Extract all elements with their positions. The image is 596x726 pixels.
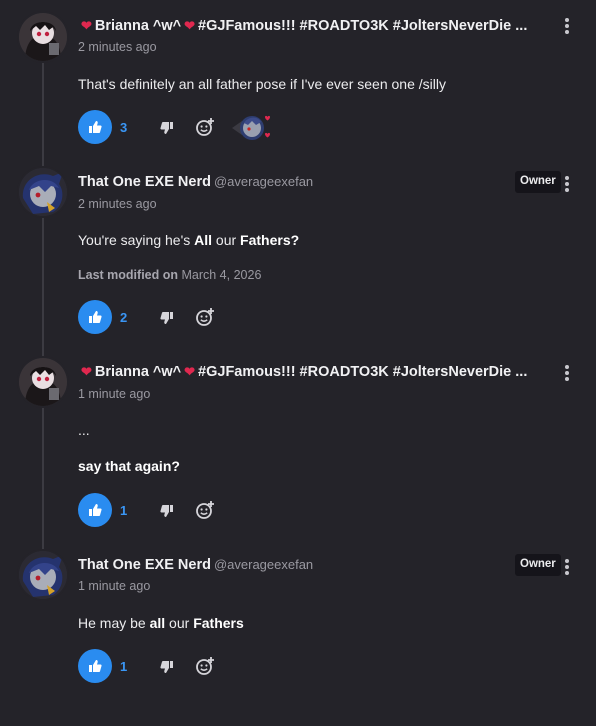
author-name[interactable]: That One EXE Nerd bbox=[78, 174, 211, 190]
like-count: 2 bbox=[120, 310, 128, 325]
avatar[interactable] bbox=[19, 551, 67, 599]
dislike-button[interactable] bbox=[158, 119, 176, 137]
thumbs-up-icon bbox=[89, 311, 102, 323]
like-count: 1 bbox=[120, 503, 128, 518]
comment-body-line: say that again? bbox=[78, 458, 180, 474]
author-name[interactable]: Brianna ^w^ bbox=[95, 18, 181, 34]
thumbs-up-icon bbox=[89, 660, 102, 672]
thread-line bbox=[42, 62, 44, 552]
author-name[interactable]: Brianna ^w^ bbox=[95, 364, 181, 380]
add-reaction-button[interactable] bbox=[195, 500, 215, 520]
more-options-icon[interactable] bbox=[561, 16, 573, 36]
dislike-button[interactable] bbox=[158, 658, 176, 676]
author-line: ❤ Brianna ^w^ ❤ #GJFamous!!! #ROADTO3K #Jol… bbox=[78, 364, 527, 380]
reaction-sticker[interactable] bbox=[232, 113, 278, 143]
dislike-button[interactable] bbox=[158, 502, 176, 520]
owner-badge: Owner bbox=[515, 554, 561, 576]
like-button[interactable] bbox=[78, 493, 112, 527]
comment-body: He may be all our Fathers bbox=[78, 615, 244, 631]
comment-body: That's definitely an all father pose if … bbox=[78, 76, 446, 92]
add-reaction-button[interactable] bbox=[195, 117, 215, 137]
heart-icon: ❤ bbox=[81, 364, 92, 379]
add-reaction-icon bbox=[196, 657, 214, 675]
comment-body: You're saying he's All our Fathers? bbox=[78, 232, 300, 248]
timestamp: 2 minutes ago bbox=[78, 197, 157, 211]
timestamp: 2 minutes ago bbox=[78, 40, 157, 54]
author-line: ❤ Brianna ^w^ ❤ #GJFamous!!! #ROADTO3K #Jol… bbox=[78, 18, 527, 34]
author-tags: #GJFamous!!! #ROADTO3K #JoltersNeverDie … bbox=[198, 18, 528, 34]
like-button[interactable] bbox=[78, 649, 112, 683]
avatar[interactable] bbox=[19, 13, 67, 61]
owner-badge: Owner bbox=[515, 171, 561, 193]
like-button[interactable] bbox=[78, 110, 112, 144]
dislike-button[interactable] bbox=[158, 309, 176, 327]
add-reaction-icon bbox=[196, 308, 214, 326]
heart-icon: ❤ bbox=[184, 364, 196, 379]
avatar[interactable] bbox=[19, 358, 67, 406]
add-reaction-button[interactable] bbox=[195, 307, 215, 327]
like-count: 1 bbox=[120, 659, 128, 674]
last-modified: Last modified on March 4, 2026 bbox=[78, 268, 262, 282]
avatar[interactable] bbox=[19, 168, 67, 216]
like-count: 3 bbox=[120, 120, 128, 135]
more-options-icon[interactable] bbox=[561, 174, 573, 194]
heart-icon: ❤ bbox=[81, 18, 92, 33]
comment-body-line: ... bbox=[78, 422, 90, 438]
thumbs-up-icon bbox=[89, 121, 102, 133]
author-name[interactable]: That One EXE Nerd bbox=[78, 557, 211, 573]
timestamp: 1 minute ago bbox=[78, 387, 151, 401]
heart-icon: ❤ bbox=[184, 18, 196, 33]
author-handle[interactable]: @averageexefan bbox=[214, 174, 313, 189]
more-options-icon[interactable] bbox=[561, 557, 573, 577]
author-line: That One EXE Nerd @averageexefan bbox=[78, 557, 313, 573]
thumbs-down-icon bbox=[160, 505, 173, 517]
thumbs-up-icon bbox=[89, 504, 102, 516]
like-button[interactable] bbox=[78, 300, 112, 334]
add-reaction-icon bbox=[196, 501, 214, 519]
author-handle[interactable]: @averageexefan bbox=[214, 557, 313, 572]
add-reaction-icon bbox=[196, 118, 214, 136]
thumbs-down-icon bbox=[160, 122, 173, 134]
author-tags: #GJFamous!!! #ROADTO3K #JoltersNeverDie … bbox=[198, 364, 528, 380]
timestamp: 1 minute ago bbox=[78, 579, 151, 593]
thumbs-down-icon bbox=[160, 312, 173, 324]
add-reaction-button[interactable] bbox=[195, 656, 215, 676]
author-line: That One EXE Nerd @averageexefan bbox=[78, 174, 313, 190]
more-options-icon[interactable] bbox=[561, 363, 573, 383]
thumbs-down-icon bbox=[160, 661, 173, 673]
